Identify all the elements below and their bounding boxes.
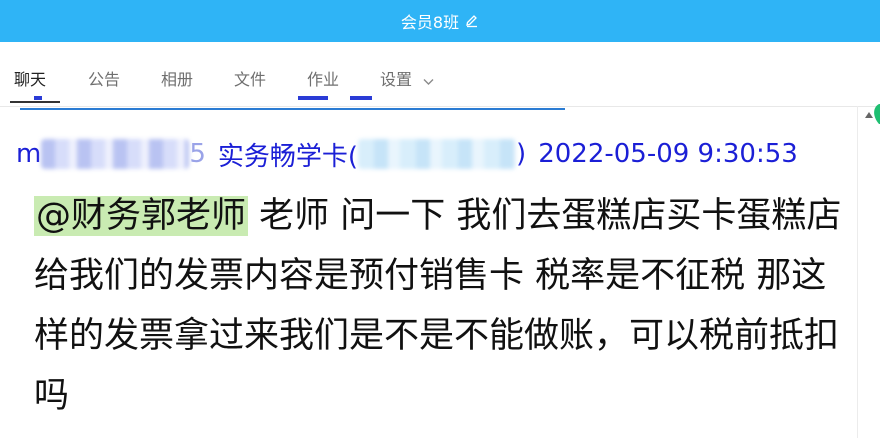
message-body: @财务郭老师 老师 问一下 我们去蛋糕店买卡蛋糕店给我们的发票内容是预付销售卡 … — [34, 186, 860, 426]
message-timestamp: 2022-05-09 9:30:53 — [538, 139, 798, 169]
scrollbar[interactable] — [857, 106, 880, 438]
tab-settings-label: 设置 — [380, 70, 413, 89]
tab-files[interactable]: 文件 — [234, 68, 266, 92]
tab-settings[interactable]: 设置 — [380, 68, 434, 92]
tab-album[interactable]: 相册 — [161, 68, 193, 92]
remnant-underline — [20, 108, 565, 110]
previous-message-remnant — [20, 96, 565, 110]
chevron-down-icon — [423, 69, 434, 93]
pencil-icon[interactable] — [465, 14, 479, 28]
remnant-dash — [34, 96, 42, 100]
remnant-dash — [350, 96, 372, 100]
sender-name-close: ) — [516, 139, 527, 169]
group-title: 会员8班 — [400, 13, 460, 32]
tab-chat[interactable]: 聊天 — [14, 68, 46, 92]
sender-prefix: m — [16, 139, 42, 169]
sender-name[interactable]: 实务畅学卡( — [218, 136, 358, 173]
redacted-sender-id — [41, 139, 190, 169]
sender-id-tail: 5 — [189, 139, 206, 169]
scroll-up-arrow-icon[interactable] — [862, 108, 876, 122]
message-sender-line: m 5 实务畅学卡( ) 2022-05-09 9:30:53 — [16, 136, 798, 173]
tab-homework[interactable]: 作业 — [307, 68, 339, 92]
tab-announcements[interactable]: 公告 — [88, 68, 120, 92]
window-titlebar: 会员8班 — [0, 0, 880, 42]
mention-tag[interactable]: @财务郭老师 — [34, 196, 249, 236]
redacted-sender-remark — [358, 139, 517, 169]
remnant-dash — [298, 96, 328, 100]
